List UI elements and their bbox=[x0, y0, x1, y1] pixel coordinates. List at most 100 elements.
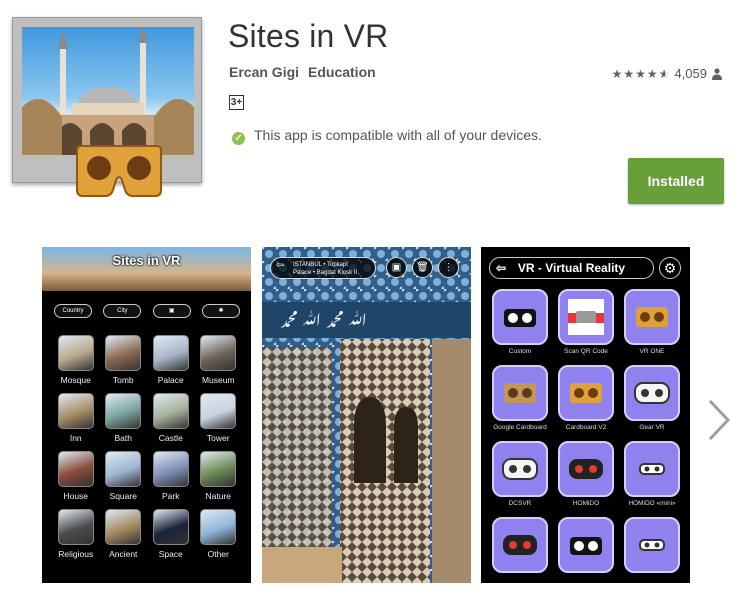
vr-device-icon bbox=[492, 517, 548, 573]
category-item: Nature bbox=[195, 451, 243, 501]
vr-device-label: Google Cardboard bbox=[493, 424, 547, 431]
city-button: City bbox=[103, 304, 142, 318]
vr-device-item: Gear VR bbox=[619, 365, 685, 433]
screenshot-app-title: Sites in VR bbox=[112, 253, 181, 268]
vr-device-label: VR ONE bbox=[639, 348, 665, 355]
country-button: Country bbox=[54, 304, 92, 318]
category-item: Tomb bbox=[100, 335, 148, 385]
category-link[interactable]: Education bbox=[308, 64, 376, 80]
vr-device-item: Cardboard V2 bbox=[553, 365, 619, 433]
content-rating-badge: 3+ bbox=[229, 95, 244, 110]
category-thumbnail bbox=[152, 335, 189, 371]
category-item: Other bbox=[195, 509, 243, 559]
check-circle-icon: ✓ bbox=[232, 132, 245, 145]
vr-device-item bbox=[619, 517, 685, 583]
vr-device-icon bbox=[624, 289, 680, 345]
chevron-right-icon[interactable] bbox=[706, 398, 732, 442]
category-label: Bath bbox=[114, 433, 133, 443]
category-label: House bbox=[63, 491, 89, 501]
vr-device-item: Scan QR Code bbox=[553, 289, 619, 357]
category-thumbnail bbox=[57, 509, 94, 545]
star-rating-icon: ★★★★★★ bbox=[611, 66, 671, 81]
category-thumbnail bbox=[152, 393, 189, 429]
category-thumbnail bbox=[57, 393, 94, 429]
back-arrow-icon: ⇦ bbox=[276, 260, 285, 271]
category-thumbnail bbox=[105, 393, 142, 429]
category-thumbnail bbox=[200, 335, 237, 371]
vr-device-icon bbox=[558, 289, 614, 345]
category-label: Museum bbox=[201, 375, 235, 385]
vr-device-item: HOMiDO bbox=[553, 441, 619, 509]
vr-device-icon bbox=[558, 517, 614, 573]
category-thumbnail bbox=[57, 335, 94, 371]
vr-device-grid: Custom Scan QR Code VR ONE Google Cardboard… bbox=[487, 289, 685, 583]
category-item: Religious bbox=[52, 509, 100, 559]
vr-device-label: Scan QR Code bbox=[564, 348, 608, 355]
vr-device-label: Cardboard V2 bbox=[565, 424, 607, 431]
category-label: Space bbox=[158, 549, 183, 559]
category-item: Castle bbox=[147, 393, 195, 443]
vr-device-item bbox=[487, 517, 553, 583]
filter-button-row: Country City ▣ ✱ bbox=[54, 304, 240, 318]
category-thumbnail bbox=[57, 451, 94, 487]
location-line-1: ISTANBUL • Topkapi bbox=[293, 262, 348, 268]
rating-count: 4,059 bbox=[674, 66, 707, 81]
category-thumbnail bbox=[105, 335, 142, 371]
vr-header: ⇦ VR - Virtual Reality bbox=[489, 257, 654, 279]
vr-device-icon bbox=[492, 365, 548, 421]
mosque-photo bbox=[22, 27, 194, 155]
screenshot-vr-devices[interactable]: ⇦ VR - Virtual Reality ⚙ Custom Scan QR C… bbox=[481, 247, 690, 583]
vr-device-icon bbox=[492, 441, 548, 497]
gear-icon: ✱ bbox=[201, 304, 240, 318]
vr-device-icon bbox=[624, 517, 680, 573]
category-label: Tomb bbox=[112, 375, 134, 385]
category-item: Park bbox=[147, 451, 195, 501]
vr-device-label: DCSVR bbox=[508, 500, 532, 507]
vr-device-label: HOMiDO «mini» bbox=[628, 500, 676, 507]
category-label: Inn bbox=[69, 433, 82, 443]
vr-device-label: Custom bbox=[508, 348, 532, 355]
category-grid: Mosque Tomb Palace Museum Inn Bath Castle Tower… bbox=[52, 335, 242, 559]
trash-icon: 🗑 bbox=[412, 257, 433, 278]
category-thumbnail bbox=[105, 509, 142, 545]
category-item: Bath bbox=[100, 393, 148, 443]
svg-text:ﷲ ﷴ ﷲ ﷴ: ﷲ ﷴ ﷲ ﷴ bbox=[280, 310, 367, 331]
more-vert-icon: ⋮ bbox=[438, 257, 459, 278]
vr-device-item bbox=[553, 517, 619, 583]
category-label: Square bbox=[109, 491, 137, 501]
cardboard-icon: ▣ bbox=[152, 304, 191, 318]
category-label: Park bbox=[162, 491, 180, 501]
cardboard-icon: ▣ bbox=[386, 257, 407, 278]
rating-summary: ★★★★★★ 4,059 bbox=[612, 66, 722, 81]
category-label: Religious bbox=[58, 549, 94, 559]
vr-device-label: Gear VR bbox=[639, 424, 665, 431]
developer-link[interactable]: Ercan Gigi bbox=[229, 64, 299, 80]
category-label: Nature bbox=[205, 491, 231, 501]
category-item: Museum bbox=[195, 335, 243, 385]
category-thumbnail bbox=[152, 509, 189, 545]
category-label: Mosque bbox=[60, 375, 91, 385]
vr-header-title: VR - Virtual Reality bbox=[517, 261, 626, 275]
screenshot-panorama[interactable]: ﷲ ﷴ ﷲ ﷴ ⇦ ISTANBUL • Topkapi Palace • Ba… bbox=[262, 247, 471, 583]
category-item: House bbox=[52, 451, 100, 501]
back-arrow-icon: ⇦ bbox=[496, 261, 507, 275]
vr-device-icon bbox=[492, 289, 548, 345]
installed-button[interactable]: Installed bbox=[628, 158, 724, 204]
compatibility-notice: ✓ This app is compatible with all of your… bbox=[232, 127, 542, 145]
category-thumbnail bbox=[152, 451, 189, 487]
cardboard-viewer-icon bbox=[76, 145, 162, 197]
vr-device-icon bbox=[558, 365, 614, 421]
category-item: Inn bbox=[52, 393, 100, 443]
vr-device-item: DCSVR bbox=[487, 441, 553, 509]
category-label: Castle bbox=[158, 433, 183, 443]
vr-device-icon bbox=[624, 441, 680, 497]
palace-interior-image: ﷲ ﷴ ﷲ ﷴ bbox=[262, 247, 471, 583]
category-item: Tower bbox=[195, 393, 243, 443]
category-label: Palace bbox=[157, 375, 184, 385]
category-thumbnail bbox=[105, 451, 142, 487]
vr-device-icon bbox=[624, 365, 680, 421]
category-item: Mosque bbox=[52, 335, 100, 385]
screenshot-categories[interactable]: Sites in VR Country City ▣ ✱ Mosque Tomb P… bbox=[42, 247, 251, 583]
vr-device-item: Google Cardboard bbox=[487, 365, 553, 433]
vr-device-item: Custom bbox=[487, 289, 553, 357]
